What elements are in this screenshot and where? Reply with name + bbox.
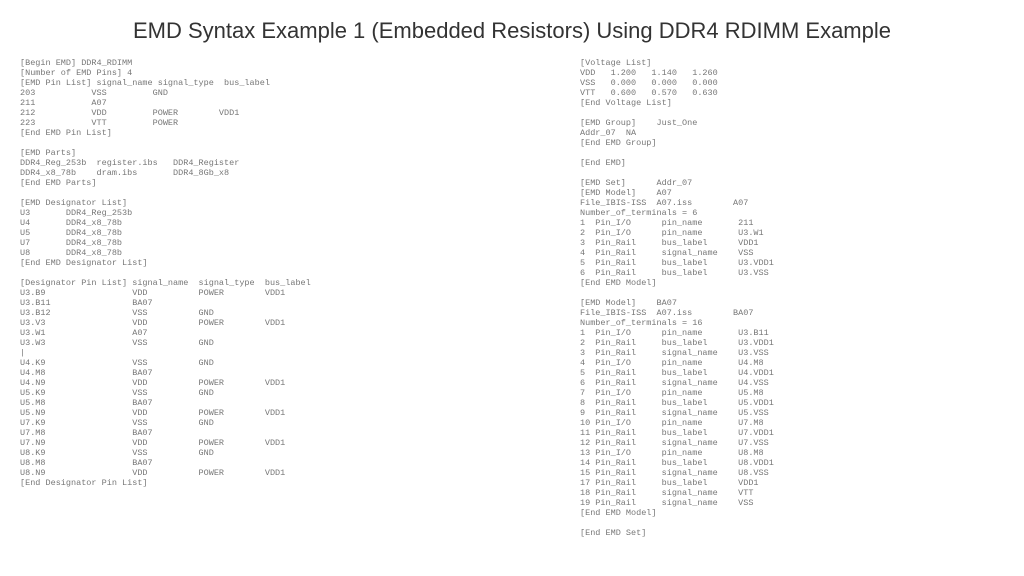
content-columns: [Begin EMD] DDR4_RDIMM [Number of EMD Pi… [0, 58, 1024, 538]
code-block-right: [Voltage List] VDD 1.200 1.140 1.260 VSS… [580, 58, 1004, 538]
page-title: EMD Syntax Example 1 (Embedded Resistors… [0, 0, 1024, 58]
code-block-left: [Begin EMD] DDR4_RDIMM [Number of EMD Pi… [20, 58, 580, 538]
